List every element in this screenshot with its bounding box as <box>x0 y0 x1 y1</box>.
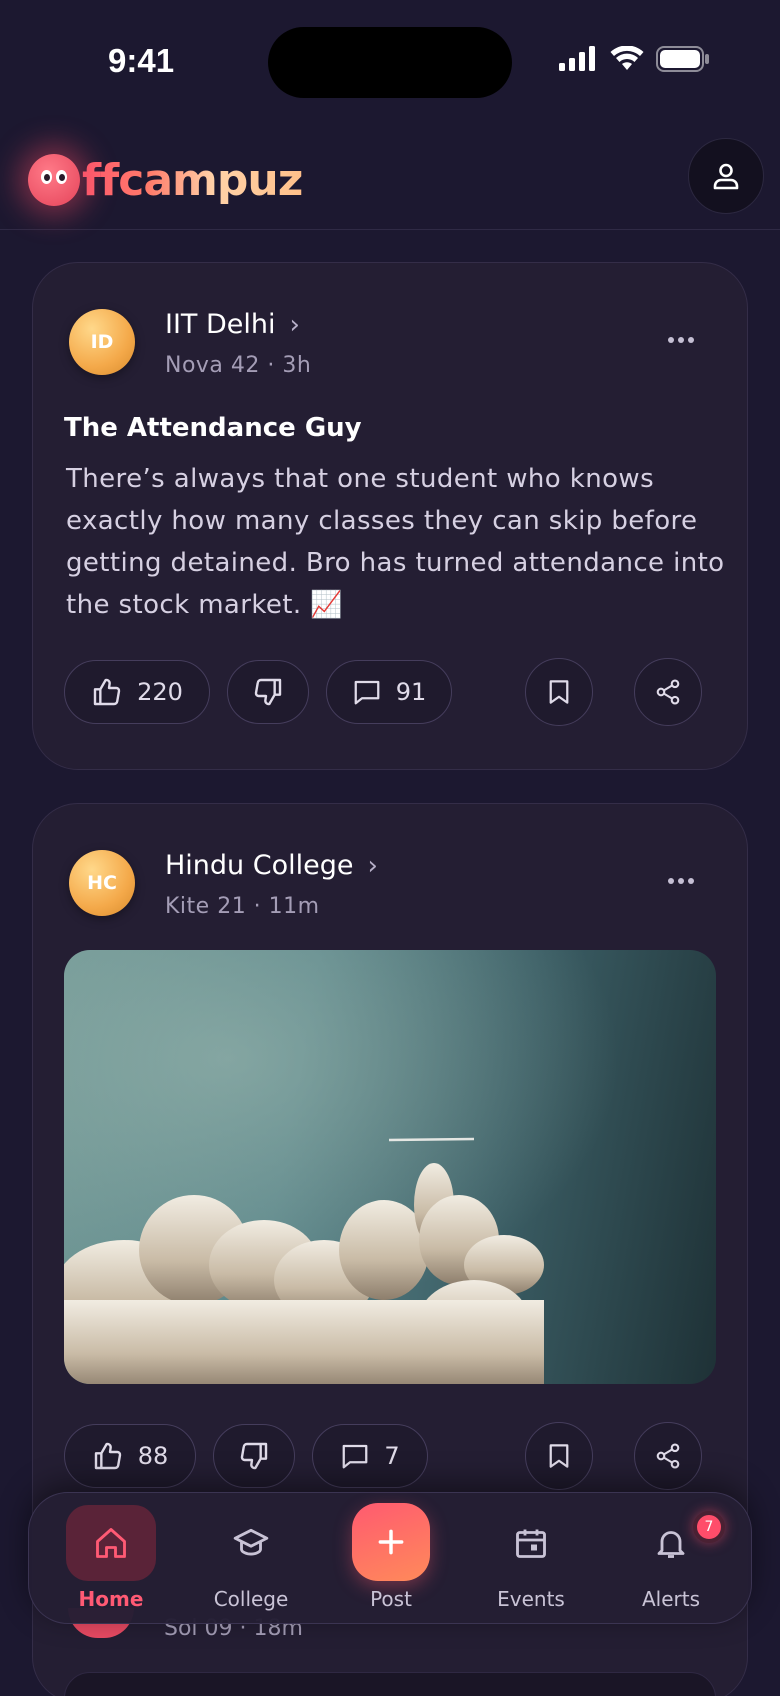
more-options-icon[interactable] <box>661 325 701 355</box>
college-link[interactable]: Hindu College › <box>165 850 378 881</box>
nav-alerts[interactable]: 7 Alerts <box>611 1493 731 1625</box>
college-avatar[interactable]: ID <box>69 309 135 375</box>
sky-clouds-image <box>64 950 716 1384</box>
share-button[interactable] <box>634 1422 702 1490</box>
comment-count: 91 <box>395 678 427 706</box>
nav-home-label: Home <box>78 1587 144 1611</box>
user-icon <box>713 163 739 190</box>
post-image[interactable] <box>64 950 716 1384</box>
logo-mascot-icon <box>28 154 80 206</box>
dynamic-island <box>268 27 512 98</box>
comment-icon <box>342 1444 368 1469</box>
app-logo[interactable]: ffcampuz <box>28 150 303 210</box>
status-bar: 9:41 <box>0 0 780 120</box>
bookmark-icon <box>549 1444 569 1468</box>
comment-button[interactable]: 91 <box>326 660 452 724</box>
post-actions: 88 7 <box>64 1422 716 1490</box>
comment-count: 7 <box>384 1442 400 1470</box>
share-icon <box>656 679 680 705</box>
college-link[interactable]: IIT Delhi › <box>165 309 300 340</box>
app-header: ffcampuz <box>0 120 780 230</box>
signal-icon <box>559 46 595 71</box>
alerts-badge: 7 <box>693 1511 725 1543</box>
post-title: The Attendance Guy <box>64 413 362 443</box>
nav-alerts-label: Alerts <box>641 1587 701 1611</box>
post-content-preview <box>64 1672 716 1696</box>
logo-text: ffcampuz <box>82 154 303 206</box>
post-body: There’s always that one student who know… <box>66 464 725 620</box>
graduation-cap-icon <box>233 1528 269 1556</box>
plus-icon <box>378 1529 404 1555</box>
like-button[interactable]: 220 <box>64 660 210 724</box>
college-name: Hindu College <box>165 850 354 881</box>
like-count: 220 <box>137 678 183 706</box>
more-options-icon[interactable] <box>661 866 701 896</box>
college-name: IIT Delhi <box>165 309 276 340</box>
bookmark-button[interactable] <box>525 658 593 726</box>
status-time: 9:41 <box>108 42 175 79</box>
nav-post[interactable]: Post <box>331 1493 451 1625</box>
bell-icon <box>657 1531 685 1558</box>
post-meta: Kite 21 · 11m <box>165 894 320 919</box>
dislike-button[interactable] <box>213 1424 295 1488</box>
profile-button[interactable] <box>688 138 764 214</box>
thumbs-down-icon <box>254 678 282 706</box>
thumbs-up-icon <box>93 678 121 706</box>
nav-college[interactable]: College <box>191 1493 311 1625</box>
bookmark-button[interactable] <box>525 1422 593 1490</box>
status-icons <box>558 46 710 72</box>
thumbs-down-icon <box>240 1442 268 1470</box>
post-actions: 220 91 <box>64 658 716 726</box>
wifi-icon <box>610 46 644 70</box>
home-icon <box>96 1528 126 1558</box>
calendar-icon <box>516 1529 546 1558</box>
nav-college-label: College <box>213 1587 289 1611</box>
post-meta: Nova 42 · 3h <box>165 353 312 378</box>
college-avatar[interactable]: HC <box>69 850 135 916</box>
nav-home[interactable]: Home <box>51 1493 171 1625</box>
nav-events[interactable]: Events <box>471 1493 591 1625</box>
bottom-nav: Home College Post Events 7 Alerts <box>28 1492 752 1624</box>
battery-icon <box>656 46 709 72</box>
bookmark-icon <box>549 680 569 704</box>
like-button[interactable]: 88 <box>64 1424 196 1488</box>
thumbs-up-icon <box>94 1442 121 1470</box>
chevron-right-icon: › <box>289 309 300 340</box>
nav-post-label: Post <box>370 1587 412 1611</box>
comment-icon <box>354 680 380 705</box>
chevron-right-icon: › <box>367 850 378 881</box>
nav-events-label: Events <box>497 1587 565 1611</box>
share-icon <box>656 1443 680 1469</box>
comment-button[interactable]: 7 <box>312 1424 428 1488</box>
share-button[interactable] <box>634 658 702 726</box>
post-card: ID IIT Delhi › Nova 42 · 3h The Attendan… <box>32 262 748 770</box>
like-count: 88 <box>137 1442 169 1470</box>
dislike-button[interactable] <box>227 660 309 724</box>
